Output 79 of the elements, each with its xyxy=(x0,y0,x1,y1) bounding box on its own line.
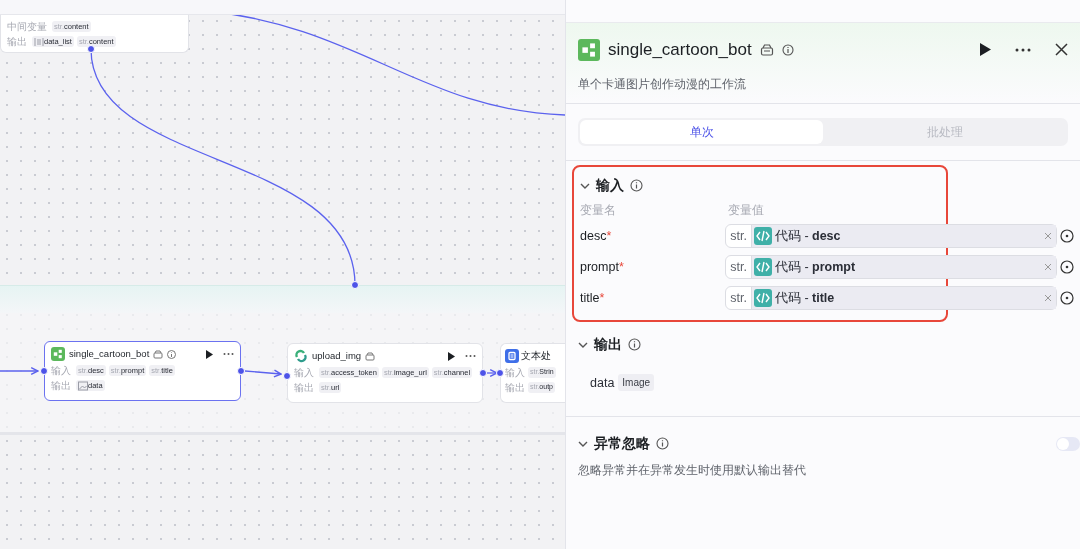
run-button[interactable] xyxy=(979,43,991,57)
play-icon xyxy=(979,43,991,57)
value-text: 代码 - prompt xyxy=(774,258,856,276)
edge-arrow xyxy=(0,366,39,376)
port-dot[interactable] xyxy=(479,369,487,377)
variable-value-field[interactable]: str. 代码 - title xyxy=(725,286,1057,310)
edge-arrow xyxy=(486,368,498,378)
more-icon xyxy=(223,352,234,356)
variable-name: desc* xyxy=(580,227,613,245)
column-header: 变量名 xyxy=(580,201,617,219)
more-button[interactable] xyxy=(223,352,234,356)
section-title: 输入 xyxy=(596,176,624,195)
port-dot[interactable] xyxy=(87,45,95,53)
variable-value-field[interactable]: str. 代码 - prompt xyxy=(725,255,1057,279)
port-dot[interactable] xyxy=(237,367,245,375)
box-icon xyxy=(365,351,376,361)
type-tag: Image xyxy=(618,374,655,392)
row-label: 输出 xyxy=(294,381,314,395)
more-icon xyxy=(465,354,476,358)
section-title: 异常忽略 xyxy=(594,434,650,453)
tab[interactable]: 单次 xyxy=(580,119,823,144)
panel-description: 单个卡通图片创作动漫的工作流 xyxy=(578,75,747,93)
target-icon[interactable] xyxy=(1060,229,1074,243)
column-header: 变量值 xyxy=(728,201,764,219)
type-label: str. xyxy=(726,256,752,278)
port-dot[interactable] xyxy=(496,369,504,377)
variable-value-field[interactable]: str. 代码 - desc xyxy=(725,224,1057,248)
row-label: 输出 xyxy=(505,381,525,395)
box-icon xyxy=(759,42,774,57)
node-title: 文本处 xyxy=(521,348,551,363)
image-icon xyxy=(78,380,88,391)
info-icon xyxy=(630,179,643,192)
run-button[interactable] xyxy=(447,351,455,361)
target-icon[interactable] xyxy=(1060,291,1074,305)
info-icon xyxy=(167,349,177,359)
more-button[interactable] xyxy=(1015,47,1031,52)
variable-name: title* xyxy=(580,289,606,307)
row-label: 输入 xyxy=(505,366,525,380)
workflow-icon xyxy=(578,38,600,61)
output-name: data xyxy=(590,374,615,392)
play-icon xyxy=(447,351,455,361)
variable-name: prompt* xyxy=(580,258,625,276)
more-button[interactable] xyxy=(465,354,476,358)
info-icon xyxy=(656,437,669,450)
edge-arrow xyxy=(244,369,282,378)
code-icon xyxy=(753,227,772,245)
row-label: 输入 xyxy=(51,364,71,378)
toggle-switch[interactable] xyxy=(1056,436,1080,451)
info-icon xyxy=(781,43,794,56)
close-icon xyxy=(1055,43,1068,57)
row-label: 输出 xyxy=(51,379,71,393)
type-label: str. xyxy=(726,225,752,247)
row-label: 输入 xyxy=(294,366,314,380)
value-text: 代码 - title xyxy=(774,289,835,307)
code-icon xyxy=(753,258,772,276)
close-button[interactable] xyxy=(1055,43,1068,57)
type-label: str. xyxy=(726,287,752,309)
port-dot[interactable] xyxy=(283,372,291,380)
list-icon xyxy=(34,36,44,47)
panel-title: single_cartoon_bot xyxy=(608,39,752,61)
more-icon xyxy=(1015,47,1031,52)
node-title: upload_img xyxy=(312,348,362,363)
row-label: 输出 xyxy=(7,35,27,49)
sync-icon xyxy=(294,349,308,363)
info-icon xyxy=(628,338,641,351)
section-title: 输出 xyxy=(594,335,622,354)
row-label: 中间变量 xyxy=(7,20,47,34)
workflow-icon xyxy=(51,347,65,361)
value-text: 代码 - desc xyxy=(774,227,841,245)
target-icon[interactable] xyxy=(1060,260,1074,274)
code-icon xyxy=(753,289,772,307)
document-icon xyxy=(505,349,519,363)
section-description: 忽略异常并在异常发生时使用默认输出替代 xyxy=(578,461,807,479)
box-icon xyxy=(153,349,164,359)
port-dot[interactable] xyxy=(40,367,48,375)
run-button[interactable] xyxy=(205,349,213,359)
port-dot[interactable] xyxy=(351,281,359,289)
node-title: single_cartoon_bot xyxy=(69,346,150,361)
play-icon xyxy=(205,349,213,359)
